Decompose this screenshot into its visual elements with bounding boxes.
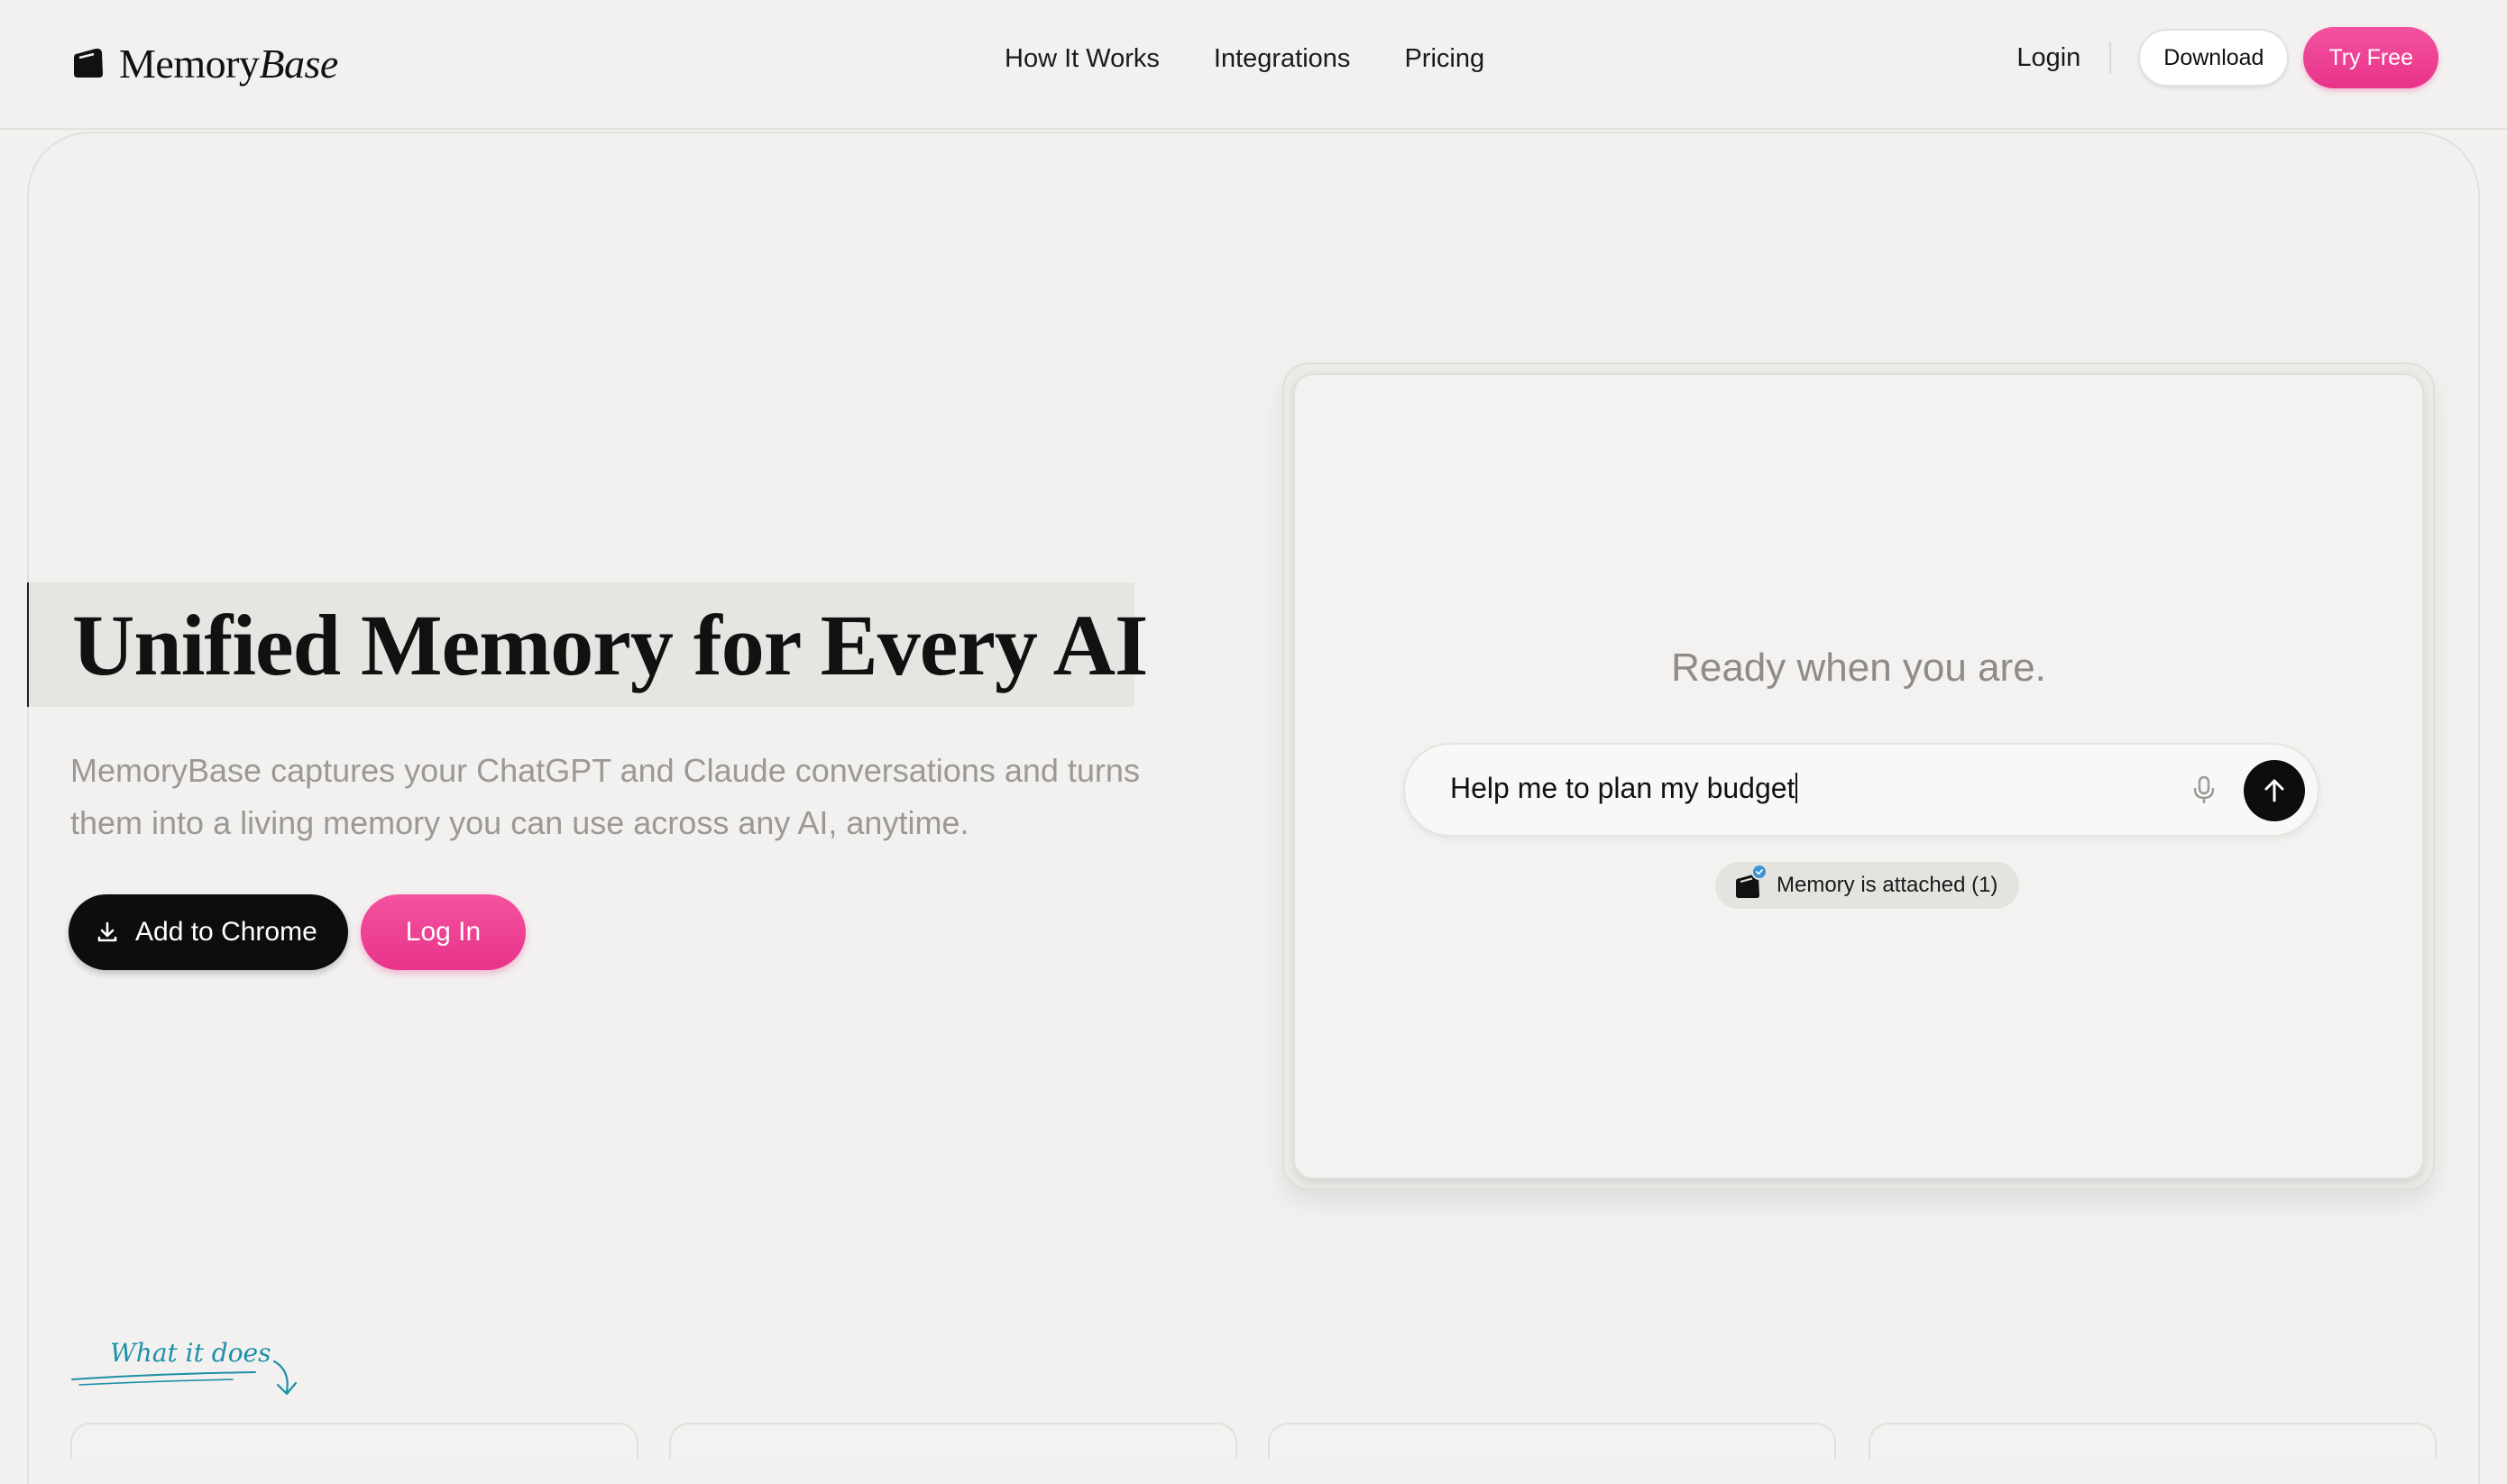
text-caret <box>1795 773 1798 803</box>
hero-title-highlight: Unified Memory for Every AI <box>27 582 1148 707</box>
hero-actions: Add to Chrome Log In <box>69 894 527 970</box>
download-button[interactable]: Download <box>2138 29 2290 87</box>
login-link[interactable]: Login <box>2016 43 2080 73</box>
log-in-button[interactable]: Log In <box>360 894 527 970</box>
try-free-button[interactable]: Try Free <box>2303 27 2438 88</box>
nav-integrations[interactable]: Integrations <box>1214 44 1351 74</box>
hero-subtitle: MemoryBase captures your ChatGPT and Cla… <box>70 752 1140 841</box>
chat-input-text[interactable]: Help me to plan my budget <box>1450 772 1798 805</box>
demo-heading: Ready when you are. <box>1671 646 2046 690</box>
chat-input-value: Help me to plan my budget <box>1450 772 1795 804</box>
feature-card[interactable] <box>1869 1423 2437 1459</box>
nav-pricing[interactable]: Pricing <box>1404 44 1484 74</box>
add-to-chrome-button[interactable]: Add to Chrome <box>69 894 348 970</box>
header-divider <box>2109 41 2112 74</box>
brand-logo[interactable]: MemoryBase <box>69 36 338 90</box>
brand-name-part1: Memory <box>119 40 260 87</box>
what-it-does-label: What it does <box>110 1338 271 1368</box>
check-icon <box>1751 864 1768 880</box>
arrow-up-icon <box>2264 779 2284 802</box>
header-actions: Login Download Try Free <box>2016 27 2438 88</box>
demo-card: Ready when you are. Help me to plan my b… <box>1282 362 2435 1190</box>
download-icon <box>97 921 117 942</box>
send-button[interactable] <box>2244 760 2305 821</box>
chat-input[interactable]: Help me to plan my budget <box>1403 743 2319 837</box>
feature-card[interactable] <box>70 1423 638 1459</box>
microphone-icon <box>2193 775 2215 804</box>
nav-how-it-works[interactable]: How It Works <box>1005 44 1160 74</box>
hero-title: Unified Memory for Every AI <box>72 596 1148 693</box>
what-it-does-tag: What it does <box>70 1334 314 1406</box>
microphone-button[interactable] <box>2184 770 2224 810</box>
feature-card[interactable] <box>1268 1423 1836 1459</box>
main-nav: How It Works Integrations Pricing <box>1005 36 1484 81</box>
memory-attached-label: Memory is attached (1) <box>1777 873 1998 897</box>
site-header: MemoryBase How It Works Integrations Pri… <box>0 0 2507 130</box>
memory-card-icon <box>1731 864 1768 902</box>
brand-name-part2: Base <box>259 40 338 87</box>
memory-card-icon <box>74 48 103 78</box>
memory-attached-badge[interactable]: Memory is attached (1) <box>1715 862 2020 909</box>
feature-card[interactable] <box>669 1423 1237 1459</box>
add-to-chrome-label: Add to Chrome <box>135 917 317 947</box>
brand-name: MemoryBase <box>119 40 338 87</box>
feature-cards-row <box>70 1423 2437 1459</box>
demo-card-inner: Ready when you are. Help me to plan my b… <box>1293 373 2424 1179</box>
